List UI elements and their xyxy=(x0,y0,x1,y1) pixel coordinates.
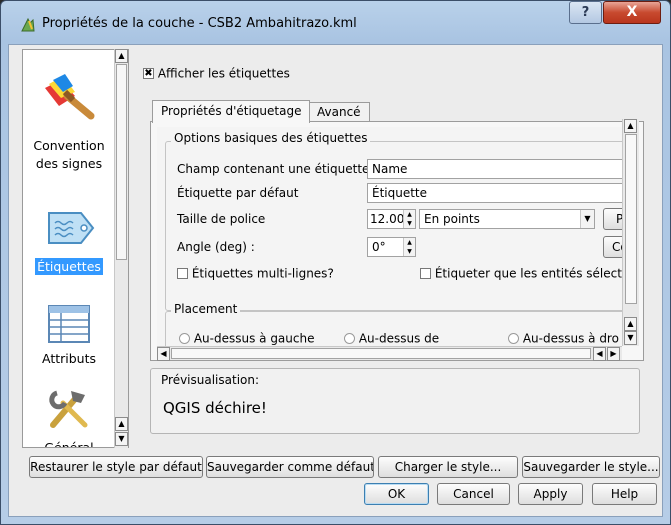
multiline-label: Étiquettes multi-lignes? xyxy=(191,266,334,281)
selected-only-label: Étiqueter que les entités sélectio xyxy=(434,266,622,281)
angle-spinbox[interactable]: 0° ▲ ▼ xyxy=(367,237,416,257)
multiline-row[interactable]: Étiquettes multi-lignes? xyxy=(177,266,334,281)
scroll-up-icon[interactable]: ▲ xyxy=(624,317,637,331)
scroll-up-icon[interactable]: ▲ xyxy=(115,417,128,431)
sidebar-item-label: Convention des signes xyxy=(33,138,105,171)
placement-option-top-left[interactable]: Au-dessus à gauche xyxy=(179,331,314,346)
radio-button[interactable] xyxy=(179,333,190,344)
preview-title: Prévisualisation: xyxy=(161,373,260,387)
label-options-scroll-area: Options basiques des étiquettes Champ co… xyxy=(157,127,622,346)
font-unit-value: En points xyxy=(424,212,480,226)
scroll-thumb[interactable] xyxy=(116,64,127,260)
table-icon xyxy=(48,305,90,343)
scroll-thumb[interactable] xyxy=(171,348,591,359)
placement-option-label: Au-dessus de xyxy=(358,331,440,346)
font-size-spinbox[interactable]: 12.00 ▲ ▼ xyxy=(367,209,416,229)
preview-text: QGIS déchire! xyxy=(163,399,267,417)
tab-proprietes-etiquetage[interactable]: Propriétés d'étiquetage xyxy=(152,100,311,123)
default-label-input[interactable]: Étiquette xyxy=(367,183,622,203)
restore-default-style-button[interactable]: Restaurer le style par défaut xyxy=(29,456,203,478)
sidebar-item-label: Général xyxy=(44,440,94,448)
sidebar-item-convention-signes[interactable]: Convention des signes xyxy=(23,66,115,173)
load-style-button[interactable]: Charger le style... xyxy=(378,456,518,478)
cancel-button[interactable]: Cancel xyxy=(437,483,510,505)
font-unit-combo[interactable]: En points ▼ xyxy=(419,209,595,229)
angle-label: Angle (deg) : xyxy=(177,240,255,254)
spin-arrows-icon[interactable]: ▲ ▼ xyxy=(403,210,415,228)
tab-avance[interactable]: Avancé xyxy=(308,102,370,122)
tools-icon xyxy=(49,390,88,428)
save-as-default-button[interactable]: Sauvegarder comme défaut xyxy=(206,456,374,478)
label-tag-icon xyxy=(48,212,95,244)
sidebar-item-etiquettes[interactable]: Étiquettes xyxy=(23,205,115,275)
placement-option-label: Au-dessus à dro xyxy=(522,331,619,346)
sidebar-list[interactable]: Convention des signes Étiquettes Attribu… xyxy=(22,49,129,448)
basic-options-title: Options basiques des étiquettes xyxy=(171,131,371,145)
show-labels-label: Afficher les étiquettes xyxy=(157,66,290,81)
scroll-down-icon[interactable]: ▼ xyxy=(115,432,128,446)
options-horizontal-scrollbar[interactable]: ◀ ◀ ▶ xyxy=(157,346,622,361)
close-window-button[interactable]: X xyxy=(603,1,661,24)
save-style-button[interactable]: Sauvegarder le style... xyxy=(522,456,660,478)
show-labels-row[interactable]: ✖ Afficher les étiquettes xyxy=(143,66,290,81)
scroll-right-icon[interactable]: ▶ xyxy=(607,347,620,361)
window-title: Propriétés de la couche - CSB2 Ambahitra… xyxy=(42,16,357,31)
scroll-up-icon[interactable]: ▲ xyxy=(115,49,128,63)
scroll-up-icon[interactable]: ▲ xyxy=(624,119,637,133)
scroll-left-icon[interactable]: ◀ xyxy=(157,347,170,361)
apply-button[interactable]: Apply xyxy=(518,483,583,505)
sidebar-item-label: Étiquettes xyxy=(35,258,103,275)
selected-only-checkbox[interactable] xyxy=(420,268,431,279)
multiline-checkbox[interactable] xyxy=(177,268,188,279)
placement-title: Placement xyxy=(171,302,241,316)
placement-option-label: Au-dessus à gauche xyxy=(193,331,315,346)
radio-button[interactable] xyxy=(508,333,519,344)
help-window-button[interactable]: ? xyxy=(569,1,602,24)
chevron-down-icon: ▼ xyxy=(580,210,594,228)
brush-icon xyxy=(45,74,95,120)
sidebar-item-general[interactable]: Général xyxy=(23,385,115,448)
sidebar-item-attributs[interactable]: Attributs xyxy=(23,304,115,366)
font-size-label: Taille de police xyxy=(177,212,266,226)
help-button[interactable]: Help xyxy=(592,483,657,505)
scroll-left-icon[interactable]: ◀ xyxy=(593,347,606,361)
scroll-down-icon[interactable]: ▼ xyxy=(624,331,637,345)
placement-option-top-right[interactable]: Au-dessus à dro xyxy=(508,331,619,346)
font-size-value: 12.00 xyxy=(370,212,405,226)
font-button[interactable]: P xyxy=(603,208,622,230)
scroll-thumb[interactable] xyxy=(625,134,637,304)
label-field-value: Name xyxy=(372,162,408,176)
label-field-label: Champ contenant une étiquette xyxy=(177,162,370,176)
placement-option-top[interactable]: Au-dessus de xyxy=(344,331,439,346)
show-labels-checkbox[interactable]: ✖ xyxy=(143,68,154,79)
label-field-combo[interactable]: Name xyxy=(367,159,622,179)
default-label-value: Étiquette xyxy=(372,186,428,200)
radio-button[interactable] xyxy=(344,333,355,344)
default-label-label: Étiquette par défaut xyxy=(177,186,299,200)
sidebar-item-label: Attributs xyxy=(41,351,97,366)
sidebar-scrollbar[interactable]: ▲ ▲ ▼ xyxy=(114,49,128,448)
angle-value: 0° xyxy=(372,240,386,254)
title-bar[interactable]: Propriétés de la couche - CSB2 Ambahitra… xyxy=(0,0,671,44)
ok-button[interactable]: OK xyxy=(364,483,429,505)
spin-arrows-icon[interactable]: ▲ ▼ xyxy=(403,238,415,256)
options-vertical-scrollbar[interactable]: ▲ ▲ ▼ xyxy=(622,119,639,346)
qgis-app-icon xyxy=(21,17,35,32)
preview-group: Prévisualisation: QGIS déchire! xyxy=(150,368,640,434)
color-button[interactable]: Co xyxy=(603,236,622,258)
selected-only-row[interactable]: Étiqueter que les entités sélectio xyxy=(420,266,622,281)
